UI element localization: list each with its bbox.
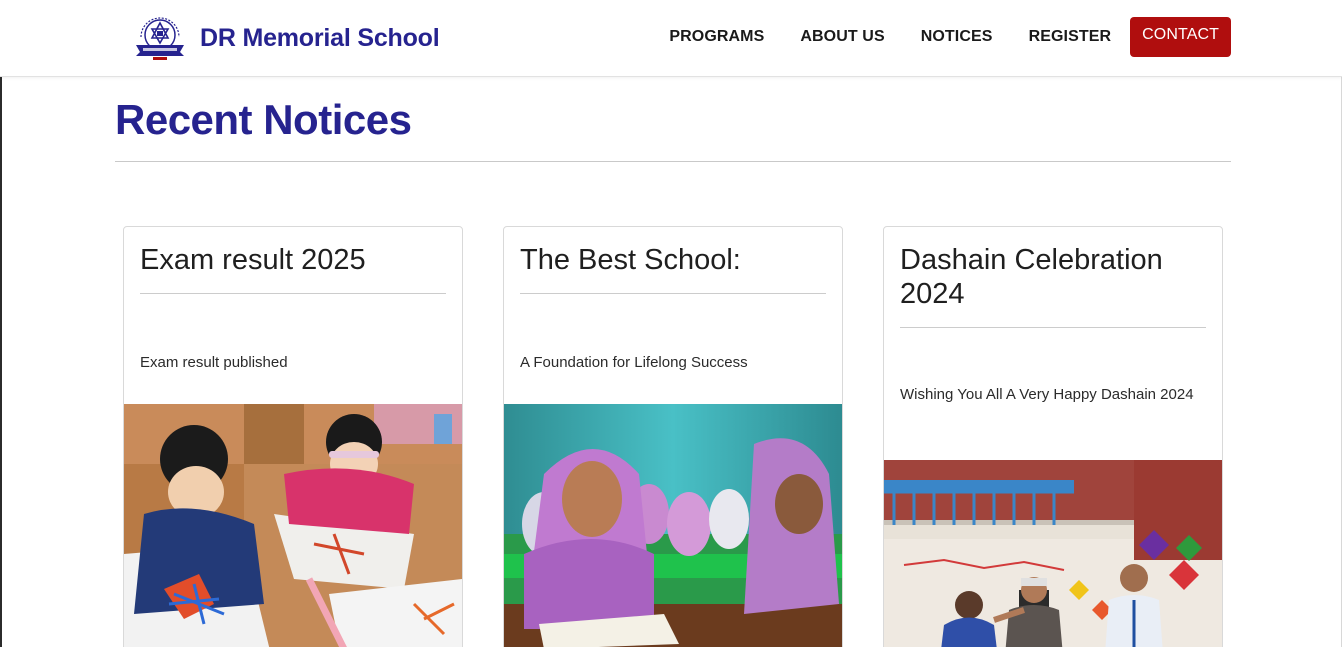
- nav-about-us[interactable]: ABOUT US: [800, 17, 884, 57]
- window-edge: [0, 76, 2, 647]
- children-painting-photo: [124, 404, 462, 647]
- school-emblem-icon[interactable]: [133, 11, 187, 61]
- notice-card[interactable]: The Best School: A Foundation for Lifelo…: [503, 226, 843, 647]
- nav-programs[interactable]: PROGRAMS: [669, 17, 764, 57]
- notice-title[interactable]: The Best School:: [520, 243, 826, 277]
- contact-button[interactable]: CONTACT: [1130, 17, 1231, 57]
- main-nav: PROGRAMS ABOUT US NOTICES REGISTER CONTA…: [669, 17, 1231, 57]
- divider: [140, 293, 446, 294]
- divider: [520, 293, 826, 294]
- notice-title[interactable]: Exam result 2025: [140, 243, 446, 277]
- student-reading-photo: [504, 404, 842, 647]
- dashain-celebration-photo: [884, 460, 1222, 647]
- notice-summary: Wishing You All A Very Happy Dashain 202…: [900, 386, 1194, 403]
- nav-register[interactable]: REGISTER: [1029, 17, 1112, 57]
- notice-card[interactable]: Exam result 2025 Exam result published: [123, 226, 463, 647]
- notice-summary: A Foundation for Lifelong Success: [520, 354, 748, 371]
- notice-title[interactable]: Dashain Celebration 2024: [900, 243, 1206, 311]
- nav-notices[interactable]: NOTICES: [921, 17, 993, 57]
- site-header: DR Memorial School PROGRAMS ABOUT US NOT…: [0, 0, 1342, 77]
- page-title: Recent Notices: [115, 96, 412, 143]
- notice-card[interactable]: Dashain Celebration 2024 Wishing You All…: [883, 226, 1223, 647]
- divider: [115, 161, 1231, 162]
- notice-summary: Exam result published: [140, 354, 288, 371]
- brand-name[interactable]: DR Memorial School: [200, 24, 440, 53]
- divider: [900, 327, 1206, 328]
